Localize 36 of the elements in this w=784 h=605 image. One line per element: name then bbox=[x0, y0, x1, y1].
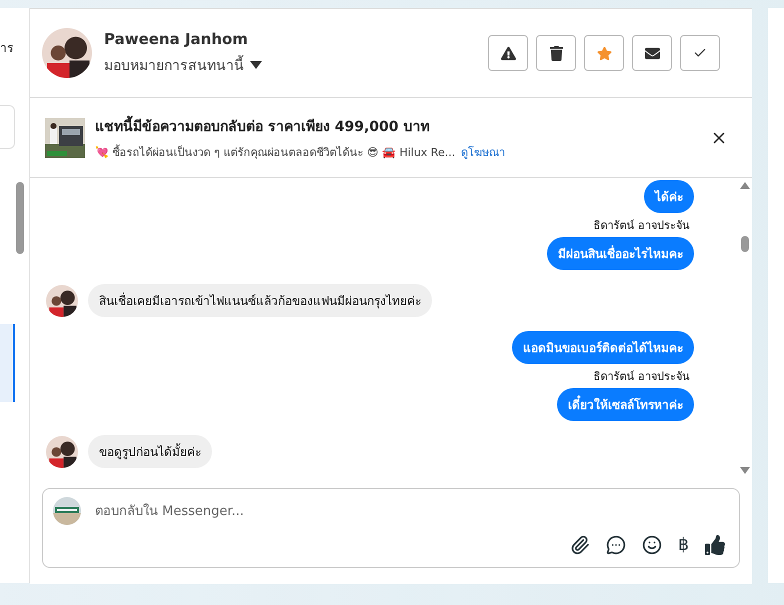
sent-message: มีผ่อนสินเชื่ออะไรไหมคะ bbox=[547, 237, 694, 270]
action-button[interactable] bbox=[632, 35, 672, 71]
sent-message: แอดมินขอเบอร์ติดต่อได้ไหมคะ bbox=[512, 331, 694, 364]
received-message: สินเชื่อเคยมีเอารถเข้าไฟแนนซ์แล้วก้อของแฟนมีผ่อนกรุงไทยค่ะ bbox=[88, 284, 432, 317]
reply-box[interactable]: ตอบกลับใน Messenger... ฿ bbox=[42, 488, 740, 568]
scrollbar-thumb[interactable] bbox=[16, 182, 24, 254]
view-ad-link[interactable]: ดูโฆษณา bbox=[461, 142, 506, 160]
received-message: ขอดูรูปก่อนได้มั้ยค่ะ bbox=[88, 435, 212, 468]
sender-name: ธิดารัตน์ อาจประจัน bbox=[594, 218, 690, 234]
action-button[interactable] bbox=[488, 35, 528, 71]
assign-dropdown[interactable]: มอบหมายการสนทนานี้ bbox=[104, 54, 476, 76]
trash-icon bbox=[548, 46, 564, 60]
star-icon bbox=[596, 46, 612, 60]
sent-message: ได้ค่ะ bbox=[644, 180, 694, 213]
avatar bbox=[46, 436, 78, 468]
avatar bbox=[46, 284, 78, 316]
scroll-down-icon[interactable] bbox=[740, 467, 750, 474]
smiley-icon[interactable] bbox=[642, 535, 662, 555]
ad-title: แชทนี้มีข้อความตอบกลับต่อ ราคาเพียง 499,000 บาท bbox=[95, 114, 700, 136]
ad-description: 💘 ซื้อรถได้ผ่อนเป็นงวด ๆ แต่รักคุณผ่อนตลอดชีวิตได้นะ 😎 🚘 Hilux Re... bbox=[95, 144, 456, 160]
sender-name: ธิดารัตน์ อาจประจัน bbox=[594, 369, 690, 385]
warning-icon bbox=[500, 46, 516, 60]
selected-conversation[interactable] bbox=[0, 324, 15, 402]
contact-name: Paweena Janhom bbox=[104, 30, 249, 48]
avatar bbox=[42, 28, 92, 78]
paperclip-icon[interactable] bbox=[570, 535, 590, 555]
action-button[interactable] bbox=[536, 35, 576, 71]
sent-message: เดี๋ยวให้เซลล์โทรหาค่ะ bbox=[557, 388, 694, 421]
thumbs-up-icon[interactable] bbox=[705, 535, 725, 555]
baht-button[interactable]: ฿ bbox=[678, 535, 689, 555]
scroll-up-icon[interactable] bbox=[740, 182, 750, 189]
sidebar-text: าร bbox=[0, 40, 14, 57]
mail-icon bbox=[644, 46, 660, 60]
caret-icon bbox=[250, 61, 262, 69]
scrollbar-thumb[interactable] bbox=[741, 236, 749, 252]
chat-bubble-icon[interactable] bbox=[606, 535, 626, 555]
